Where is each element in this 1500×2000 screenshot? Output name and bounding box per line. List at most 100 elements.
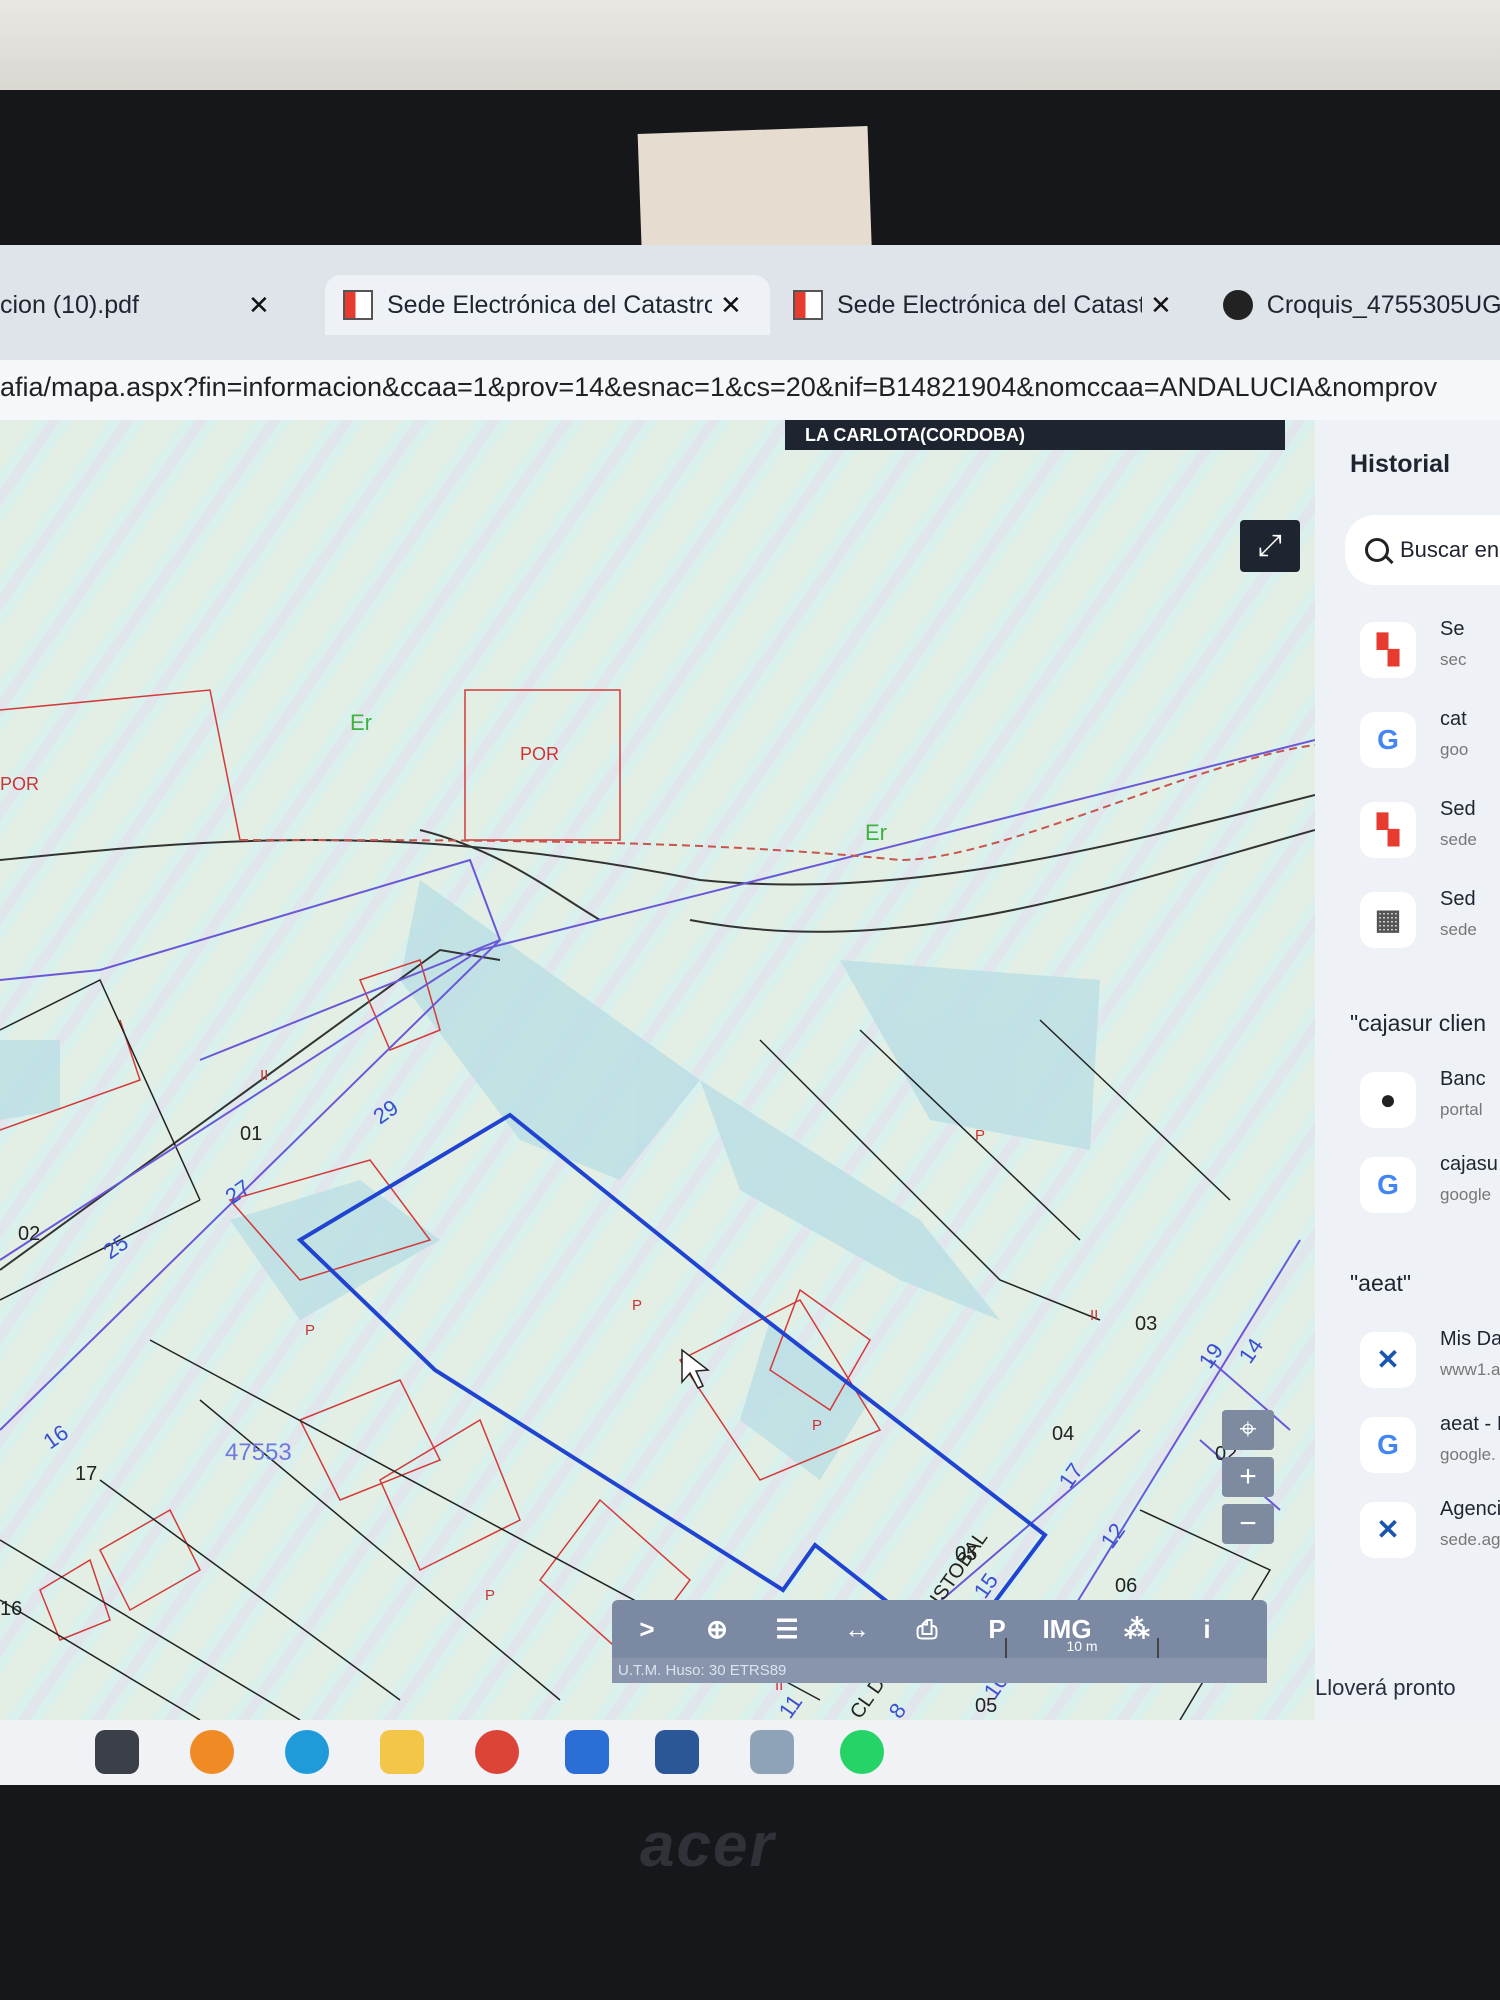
close-icon[interactable]: ✕ <box>1150 290 1172 321</box>
label-parcel-number: 03 <box>1135 1313 1157 1335</box>
label-er: Er <box>350 710 372 735</box>
label-parcel-number: 06 <box>1115 1575 1137 1597</box>
edge-icon[interactable] <box>285 1730 329 1774</box>
tab-label: Sede Electrónica del Catastro <box>387 290 712 319</box>
history-item[interactable]: ✕ Agencia sede.age <box>1340 1490 1500 1570</box>
laptop-screen: cion (10).pdf ✕ Sede Electrónica del Cat… <box>0 245 1500 1785</box>
history-item[interactable]: ✕ Mis Da www1.a <box>1340 1320 1500 1400</box>
history-item-title: Agencia <box>1440 1498 1500 1520</box>
tab-catastro[interactable]: Sede Electrónica del Catastro ✕ <box>775 275 1195 335</box>
label-use: P <box>632 1297 642 1314</box>
layers-button[interactable]: ☰ <box>752 1600 822 1658</box>
url-text: afia/mapa.aspx?fin=informacion&ccaa=1&pr… <box>0 372 1438 402</box>
history-group-label: "cajasur clien <box>1350 1010 1487 1036</box>
zoom-window-button[interactable]: ⊕ <box>682 1600 752 1658</box>
history-item-title: cat <box>1440 708 1467 730</box>
history-item-title: cajasu <box>1440 1153 1498 1175</box>
label-use: P <box>975 1127 985 1144</box>
history-item-url: www1.a <box>1440 1360 1500 1379</box>
map-toolbar: > ⊕ ☰ ↔ ⎙ P IMG ⁂ i <box>612 1600 1267 1658</box>
history-item-url: sede <box>1440 920 1477 939</box>
zoom-in-button[interactable]: + <box>1222 1457 1274 1497</box>
history-item[interactable]: G aeat - I google. <box>1340 1405 1500 1485</box>
expand-toolbar-button[interactable]: > <box>612 1600 682 1658</box>
address-bar[interactable]: afia/mapa.aspx?fin=informacion&ccaa=1&pr… <box>0 360 1500 421</box>
history-item-url: google <box>1440 1185 1492 1204</box>
label-floors: II <box>260 1067 268 1084</box>
label-er: Er <box>865 820 887 845</box>
cadastral-map[interactable]: POR POR Er Er 01 02 29 27 25 16 17 16 47… <box>0 420 1315 1720</box>
fullscreen-icon[interactable]: ⤢ <box>1240 520 1300 572</box>
firefox-icon[interactable] <box>190 1730 234 1774</box>
history-item[interactable]: ▚ Sed sede <box>1340 790 1500 870</box>
history-item-title: Sed <box>1440 888 1476 910</box>
search-icon <box>1365 538 1389 562</box>
app-icon[interactable] <box>750 1730 794 1774</box>
tab-label: Croquis_4755305UG274 <box>1266 290 1500 319</box>
word-icon[interactable] <box>655 1730 699 1774</box>
file-explorer-icon[interactable] <box>380 1730 424 1774</box>
history-item-title: Sed <box>1440 798 1476 820</box>
catastro-icon <box>343 290 373 320</box>
tab-pdf[interactable]: cion (10).pdf ✕ <box>0 275 320 335</box>
history-item[interactable]: G cajasu google <box>1340 1145 1500 1225</box>
google-icon: G <box>1360 712 1416 768</box>
measure-button[interactable]: ↔ <box>822 1600 892 1658</box>
tab-label: cion (10).pdf <box>0 290 139 319</box>
map-location-title: LA CARLOTA(CORDOBA) <box>785 420 1285 450</box>
map-canvas[interactable]: POR POR Er Er 01 02 29 27 25 16 17 16 47… <box>0 420 1315 1720</box>
bank-icon: ● <box>1360 1072 1416 1128</box>
history-item-url: portal <box>1440 1100 1483 1119</box>
tab-croquis[interactable]: Croquis_4755305UG274 <box>1205 275 1500 335</box>
history-item-title: Mis Da <box>1440 1328 1500 1350</box>
close-icon[interactable]: ✕ <box>248 290 270 321</box>
aeat-icon: ✕ <box>1360 1502 1416 1558</box>
label-floors: II <box>1090 1307 1098 1324</box>
store-icon[interactable] <box>565 1730 609 1774</box>
catastro-icon <box>793 290 823 320</box>
tab-catastro-active[interactable]: Sede Electrónica del Catastro ✕ <box>325 275 770 335</box>
close-icon[interactable]: ✕ <box>720 290 742 321</box>
globe-icon <box>1223 290 1253 320</box>
label-use: P <box>812 1417 822 1434</box>
taskbar <box>0 1720 1500 1785</box>
history-item[interactable]: ● Banc portal <box>1340 1060 1500 1140</box>
catastro-icon: ▚ <box>1360 622 1416 678</box>
aeat-icon: ✕ <box>1360 1332 1416 1388</box>
catastro-icon: ▚ <box>1360 802 1416 858</box>
label-use: P <box>305 1322 315 1339</box>
history-item[interactable]: G cat goo <box>1340 700 1500 780</box>
weather-status[interactable]: Lloverá pronto <box>1315 1675 1456 1701</box>
label-por: POR <box>520 744 559 764</box>
scale-bar: 10 m <box>1005 1638 1159 1660</box>
task-view-icon[interactable] <box>95 1730 139 1774</box>
history-group-label: "aeat" <box>1350 1270 1412 1296</box>
brand-logo: acer <box>640 1811 776 1880</box>
chrome-icon[interactable] <box>475 1730 519 1774</box>
print-button[interactable]: ⎙ <box>892 1600 962 1658</box>
history-item[interactable]: ▦ Sed sede <box>1340 880 1500 960</box>
history-item[interactable]: ▚ Se sec <box>1340 610 1500 690</box>
history-item-url: goo <box>1440 740 1469 759</box>
google-icon: G <box>1360 1417 1416 1473</box>
label-parcel-number: 04 <box>1052 1423 1074 1445</box>
history-panel: Historial Buscar en ▚ Se sec G cat goo ▚… <box>1315 420 1500 1720</box>
history-item-url: sec <box>1440 650 1467 669</box>
info-button[interactable]: i <box>1172 1600 1242 1658</box>
document-thumbnail-icon: ▦ <box>1360 892 1416 948</box>
locate-button[interactable]: ⌖ <box>1222 1410 1274 1450</box>
history-item-title: aeat - I <box>1440 1413 1500 1435</box>
label-parcel-number: 16 <box>0 1598 22 1620</box>
coordinate-system-bar: U.T.M. Huso: 30 ETRS89 <box>612 1658 1267 1683</box>
whatsapp-icon[interactable] <box>840 1730 884 1774</box>
history-item-url: sede.age <box>1440 1530 1500 1549</box>
label-block-number: 47553 <box>225 1439 292 1466</box>
tab-label: Sede Electrónica del Catastro <box>837 290 1142 319</box>
browser-tab-bar: cion (10).pdf ✕ Sede Electrónica del Cat… <box>0 245 1500 360</box>
label-parcel-number: 01 <box>240 1123 262 1145</box>
label-parcel-number: 02 <box>18 1223 40 1245</box>
label-por: POR <box>0 774 39 794</box>
history-item-title: Se <box>1440 618 1465 640</box>
label-use: P <box>485 1587 495 1604</box>
zoom-out-button[interactable]: − <box>1222 1504 1274 1544</box>
